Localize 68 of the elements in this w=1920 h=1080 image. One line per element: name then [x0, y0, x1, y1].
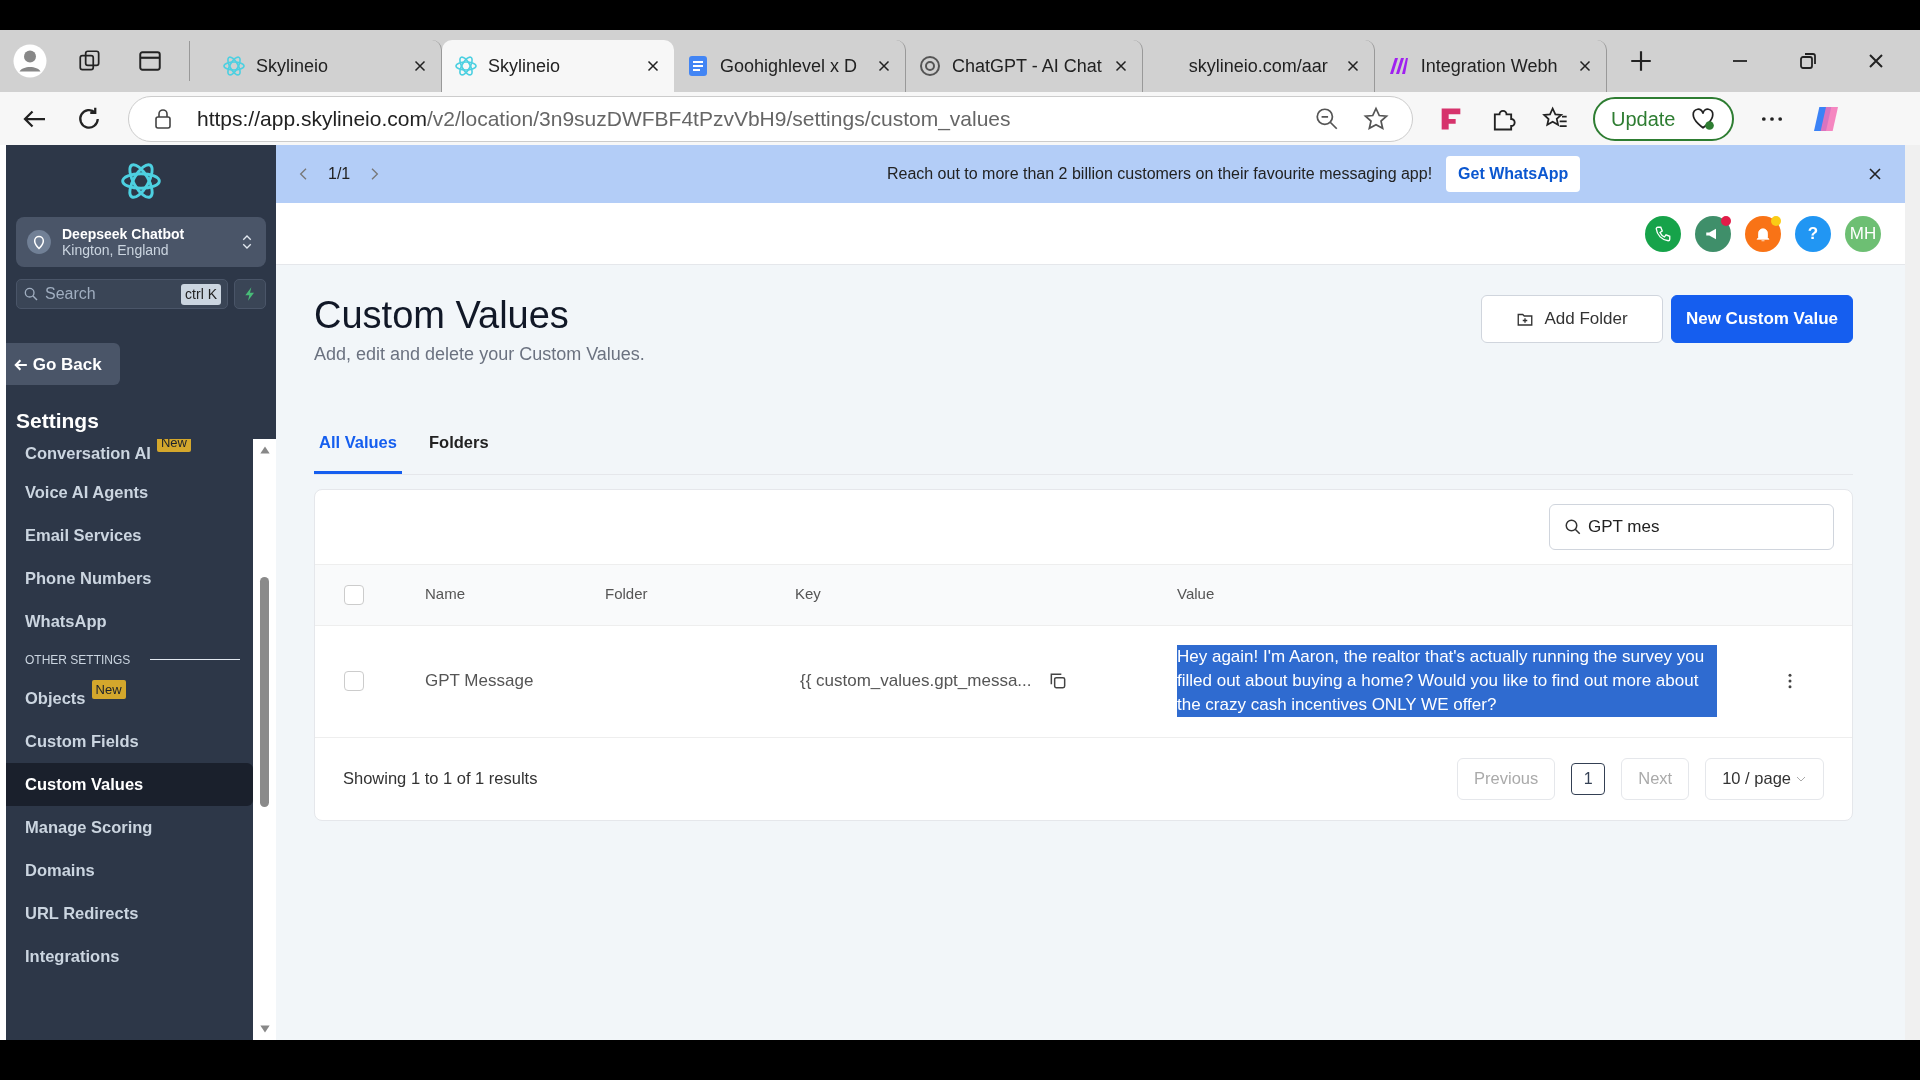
- location-icon: [26, 229, 52, 255]
- add-folder-button[interactable]: Add Folder: [1481, 295, 1663, 343]
- search-icon: [1564, 517, 1582, 536]
- quick-action-button[interactable]: [234, 279, 266, 309]
- pager-text: 1/1: [328, 164, 351, 184]
- sidebar-item[interactable]: Voice AI Agents: [6, 470, 253, 514]
- workspaces-icon[interactable]: [77, 48, 103, 74]
- phone-icon: [1654, 224, 1672, 243]
- sidebar-item[interactable]: Email Services: [6, 513, 253, 557]
- sidebar-item[interactable]: Domains: [6, 848, 253, 892]
- results-summary: Showing 1 to 1 of 1 results: [343, 768, 539, 790]
- tab[interactable]: All Values: [314, 417, 402, 474]
- row-checkbox[interactable]: [344, 671, 364, 692]
- zoom-out-icon[interactable]: [1314, 105, 1340, 132]
- scrollbar-thumb[interactable]: [260, 576, 269, 807]
- go-back-button[interactable]: Go Back: [6, 343, 120, 385]
- search-field[interactable]: Search ctrl K: [16, 279, 228, 309]
- page-title: Custom Values: [314, 295, 570, 337]
- sidebar-item[interactable]: Integrations: [6, 934, 253, 978]
- notification-dot: [1721, 215, 1731, 226]
- get-whatsapp-button[interactable]: Get WhatsApp: [1446, 156, 1581, 192]
- swirl-icon: [918, 54, 942, 78]
- tab-actions-icon[interactable]: [136, 48, 163, 74]
- banner-message: Reach out to more than 2 billion customers on their favourite messaging app!: [886, 164, 1433, 184]
- announcements-button[interactable]: [1695, 215, 1731, 252]
- column-header: Key: [795, 585, 821, 603]
- per-page-select[interactable]: 10 / page: [1705, 757, 1824, 800]
- column-header: Folder: [605, 585, 648, 603]
- update-button[interactable]: Update: [1593, 96, 1734, 141]
- search-field[interactable]: GPT mes: [1549, 503, 1834, 550]
- column-header: Name: [425, 585, 465, 603]
- shortcut-key: ctrl K: [181, 283, 221, 305]
- page-number-button[interactable]: 1: [1571, 762, 1606, 795]
- url-text: https://app.skylineio.com/v2/location/3n9suzDWFBF4tPzvVbH9/settings/custom_values: [197, 105, 1012, 133]
- heart-pulse-icon: [1689, 105, 1716, 132]
- star-icon[interactable]: [1362, 104, 1390, 133]
- notifications-button[interactable]: [1745, 215, 1781, 252]
- group-heading: OTHER SETTINGS: [25, 651, 131, 669]
- key-cell-text: {{ custom_values.gpt_messa...: [800, 670, 1032, 693]
- sidebar-item[interactable]: Manage Scoring: [6, 805, 253, 849]
- sidebar-item[interactable]: Phone Numbers: [6, 556, 253, 600]
- atom-icon: [454, 54, 478, 78]
- value-cell: Hey again! I'm Aaron, the realtor that's actually running the survey you filled out about buying a home? Would you like to find out more about the crazy cash incentives ONLY WE offer?: [1177, 644, 1717, 717]
- search-icon: [23, 286, 39, 302]
- document-icon: [686, 54, 710, 78]
- new-custom-value-button[interactable]: New Custom Value: [1671, 295, 1853, 343]
- browser-tab[interactable]: Skylineio: [442, 40, 674, 92]
- account-location: Kington, England: [62, 242, 170, 259]
- page-subtitle: Add, edit and delete your Custom Values.: [314, 342, 645, 366]
- select-all-checkbox[interactable]: [344, 584, 364, 605]
- tab[interactable]: Folders: [423, 417, 494, 474]
- sidebar-item[interactable]: Objects New: [6, 676, 253, 720]
- phone-button[interactable]: [1645, 215, 1681, 252]
- sidebar-item[interactable]: WhatsApp: [6, 599, 253, 643]
- sidebar-item[interactable]: Custom Values: [6, 762, 253, 806]
- name-cell: GPT Message: [425, 671, 534, 691]
- profile-icon[interactable]: [12, 43, 48, 79]
- sidebar-item[interactable]: URL Redirects: [6, 891, 253, 935]
- account-switcher[interactable]: Deepseek Chatbot Kington, England: [16, 217, 266, 267]
- scrollbar-track[interactable]: [1905, 145, 1920, 1040]
- sidebar-item[interactable]: Custom Fields: [6, 719, 253, 763]
- new-badge: New: [91, 679, 126, 699]
- notification-dot: [1771, 215, 1781, 226]
- address-field[interactable]: https://app.skylineio.com/v2/location/3n9suzDWFBF4tPzvVbH9/settings/custom_values: [128, 95, 1413, 142]
- account-name: Deepseek Chatbot: [62, 225, 186, 242]
- atom-icon: [222, 54, 246, 78]
- column-header: Value: [1177, 585, 1215, 603]
- section-title: Settings: [16, 408, 100, 434]
